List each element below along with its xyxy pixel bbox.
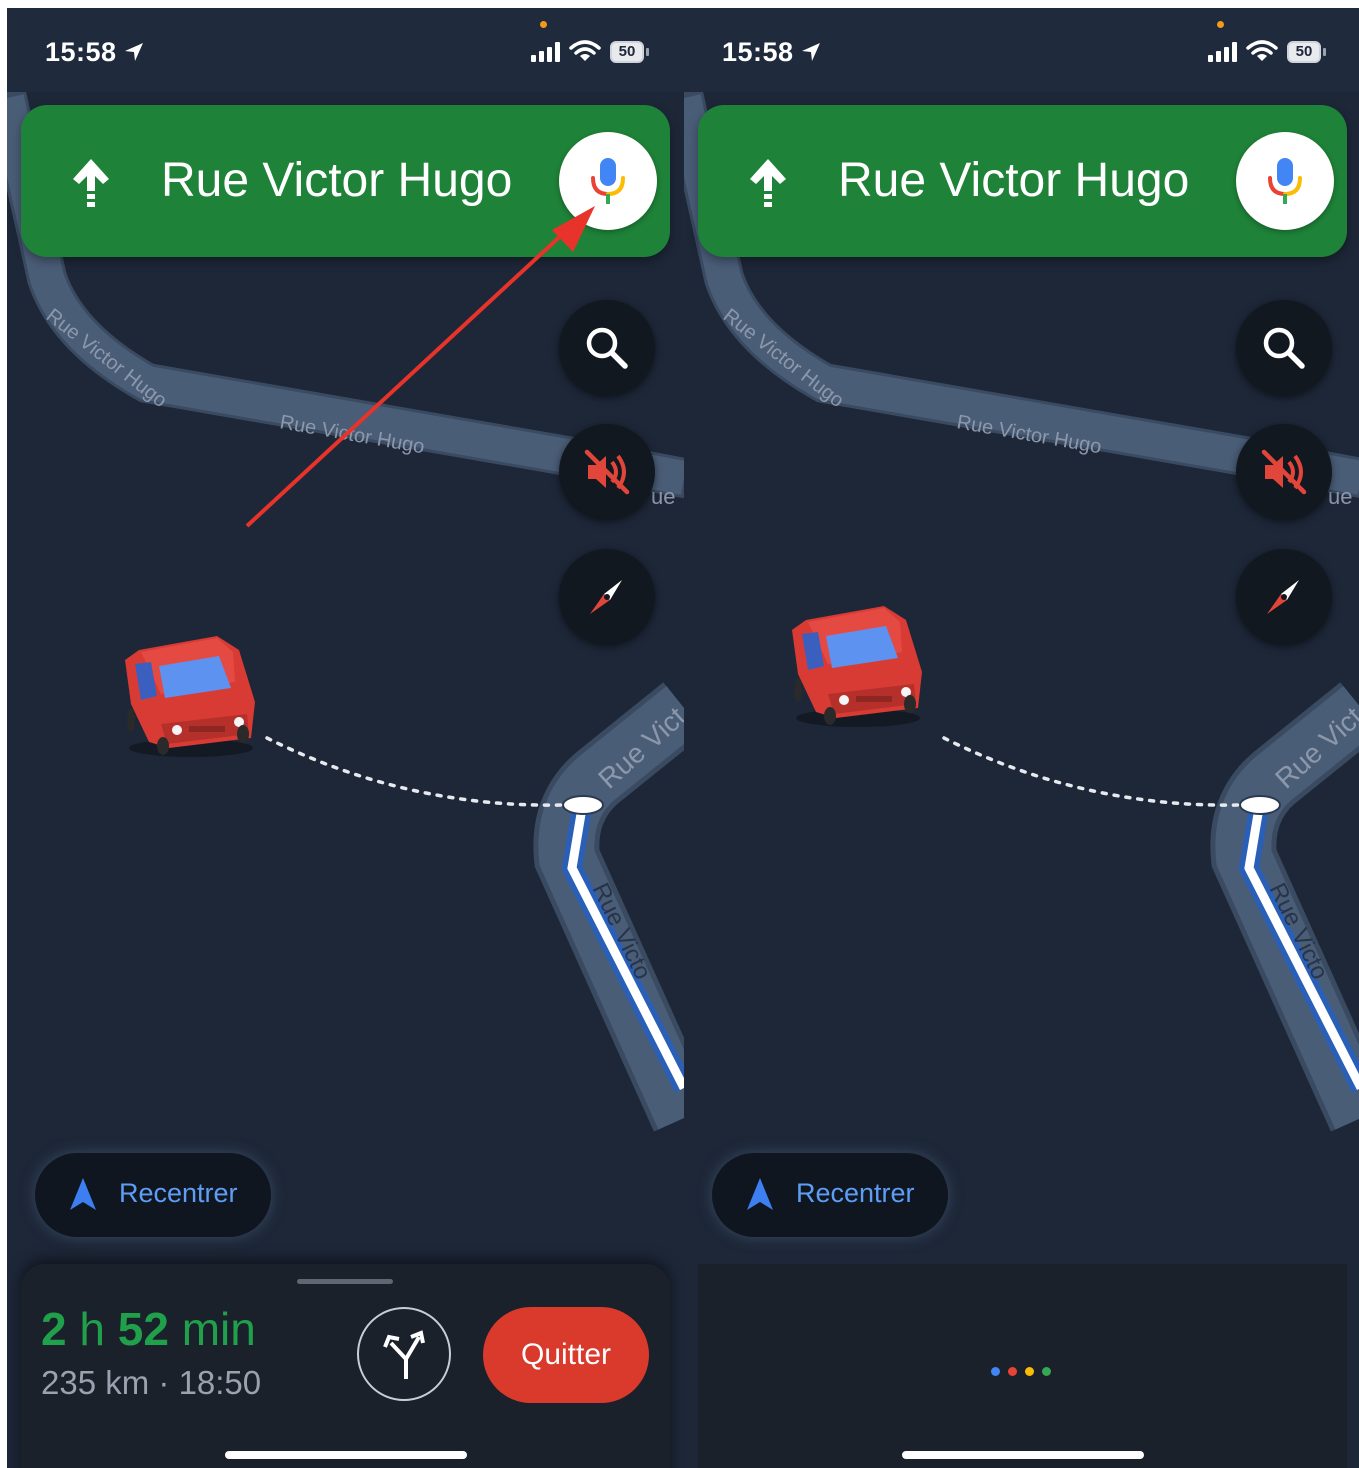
- route-fork-icon: [383, 1330, 425, 1379]
- search-button[interactable]: [559, 300, 655, 396]
- microphone-icon: [1268, 158, 1302, 204]
- phone-screen-left: Rue Victor Hugo Rue Victor Hugo Rue Vict…: [7, 8, 684, 1468]
- status-bar: 15:58 50: [7, 8, 684, 92]
- phone-screen-right: Rue Victor Hugo Rue Victor Hugo Rue Vict…: [684, 8, 1359, 1468]
- street-label: ue: [651, 484, 675, 509]
- street-label: ue: [1328, 484, 1352, 509]
- location-services-icon: [125, 43, 143, 61]
- battery-icon: 50: [610, 41, 644, 63]
- navigation-instruction-banner[interactable]: Rue Victor Hugo: [21, 105, 670, 257]
- battery-tip: [646, 48, 649, 56]
- listening-dot-red: [1008, 1367, 1017, 1376]
- volume-muted-icon: [1261, 449, 1307, 495]
- wifi-icon: [569, 40, 601, 61]
- compass-icon: [1267, 580, 1299, 614]
- volume-muted-icon: [584, 449, 630, 495]
- privacy-indicator-dot: [540, 21, 547, 28]
- search-button[interactable]: [1236, 300, 1332, 396]
- microphone-icon: [591, 158, 625, 204]
- recenter-button[interactable]: Recentrer: [35, 1153, 271, 1237]
- car-position-icon: [125, 636, 255, 757]
- status-time: 15:58: [722, 37, 794, 67]
- home-indicator[interactable]: [225, 1451, 467, 1459]
- navigation-arrow-icon: [70, 1178, 96, 1210]
- mute-button[interactable]: [559, 424, 655, 520]
- next-street-name: Rue Victor Hugo: [161, 154, 513, 207]
- trip-duration: 2 h 52 min: [41, 1303, 256, 1355]
- car-position-icon: [792, 606, 922, 727]
- cellular-signal-icon: [531, 42, 560, 62]
- status-time: 15:58: [45, 37, 117, 67]
- privacy-indicator-dot: [1217, 21, 1224, 28]
- alternate-routes-button[interactable]: [357, 1307, 451, 1401]
- route-start-marker: [1239, 795, 1281, 815]
- navigation-arrow-icon: [747, 1178, 773, 1210]
- recenter-label: Recentrer: [119, 1178, 238, 1208]
- trip-summary-panel: 2 h 52 min 235 km · 18:50 Quitter: [21, 1264, 670, 1468]
- recenter-label: Recentrer: [796, 1178, 915, 1208]
- battery-tip: [1323, 48, 1326, 56]
- recenter-button[interactable]: Recentrer: [712, 1153, 948, 1237]
- cellular-signal-icon: [1208, 42, 1237, 62]
- up-arrow-icon: [750, 159, 786, 207]
- compass-icon: [590, 580, 622, 614]
- listening-dot-green: [1042, 1367, 1051, 1376]
- voice-search-button[interactable]: [1236, 132, 1334, 230]
- dotted-connector: [265, 736, 564, 807]
- wifi-icon: [1246, 40, 1278, 61]
- next-street-name: Rue Victor Hugo: [838, 154, 1190, 207]
- navigation-instruction-banner[interactable]: Rue Victor Hugo: [698, 105, 1347, 257]
- mute-button[interactable]: [1236, 424, 1332, 520]
- search-icon: [586, 327, 628, 369]
- home-indicator[interactable]: [902, 1451, 1144, 1459]
- battery-icon: 50: [1287, 41, 1321, 63]
- drag-handle[interactable]: [297, 1279, 393, 1284]
- street-label: Rue Victor Hugo: [42, 305, 171, 412]
- route-start-marker: [562, 795, 604, 815]
- compass-button[interactable]: [559, 549, 655, 645]
- trip-distance-arrival: 235 km · 18:50: [41, 1364, 262, 1401]
- search-icon: [1263, 327, 1305, 369]
- voice-search-button[interactable]: [559, 132, 657, 230]
- assistant-listening-dots: [991, 1363, 1059, 1381]
- quit-navigation-button[interactable]: Quitter: [483, 1307, 649, 1403]
- compass-button[interactable]: [1236, 549, 1332, 645]
- listening-dot-blue: [991, 1367, 1000, 1376]
- street-label: Rue Victor Hugo: [719, 305, 848, 412]
- assistant-listening-panel: [698, 1264, 1347, 1468]
- listening-dot-yellow: [1025, 1367, 1034, 1376]
- up-arrow-icon: [73, 159, 109, 207]
- dotted-connector: [942, 736, 1241, 807]
- location-services-icon: [802, 43, 820, 61]
- status-bar: 15:58 50: [684, 8, 1359, 92]
